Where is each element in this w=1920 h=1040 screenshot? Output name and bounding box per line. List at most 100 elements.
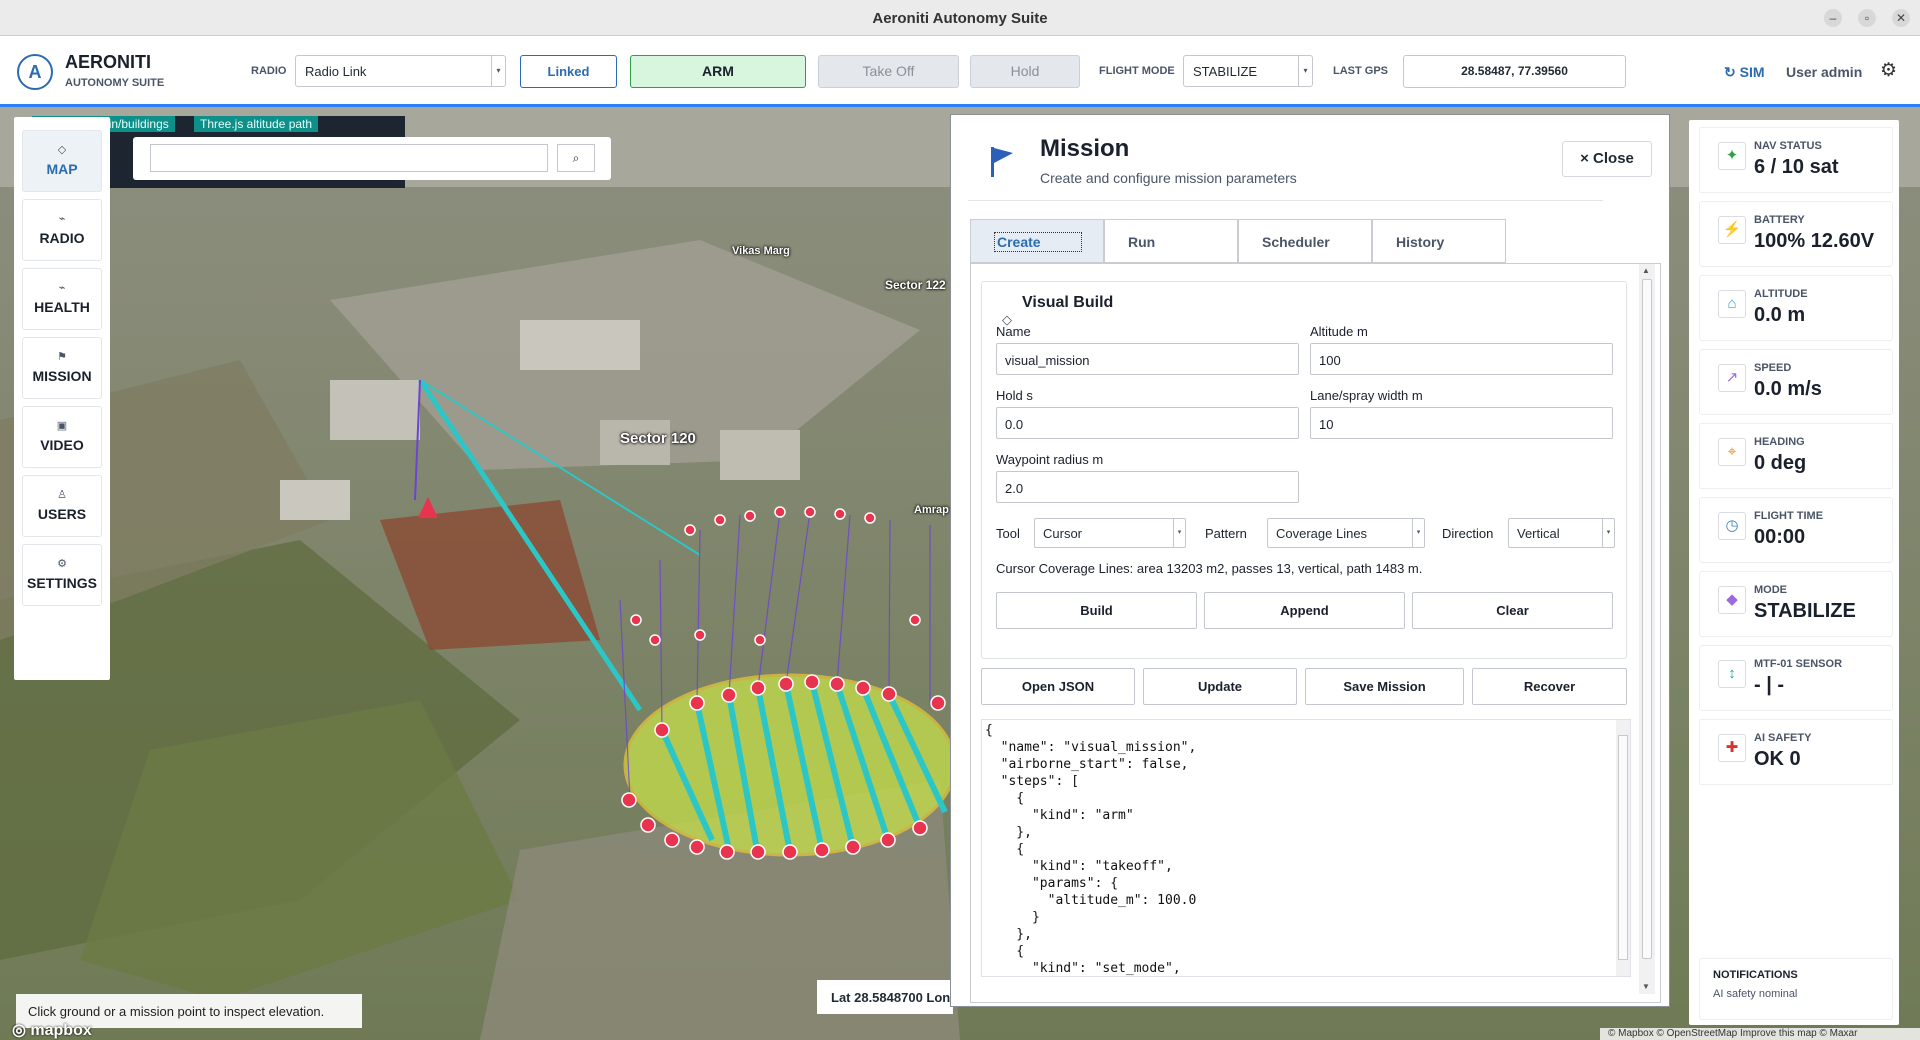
lane-width-field[interactable]: 10: [1310, 407, 1613, 439]
hold-field[interactable]: 0.0: [996, 407, 1299, 439]
name-field[interactable]: visual_mission: [996, 343, 1299, 375]
tab-create[interactable]: Create: [970, 219, 1104, 263]
mission-json-editor[interactable]: { "name": "visual_mission", "airborne_st…: [981, 719, 1631, 977]
sidebar-item-video[interactable]: ▣ VIDEO: [22, 406, 102, 468]
panel-scroll-thumb[interactable]: [1642, 279, 1652, 959]
takeoff-button[interactable]: Take Off: [818, 55, 959, 88]
stat-speed: ↗ SPEED 0.0 m/s: [1699, 349, 1893, 415]
stat-ai-safety: ✚ AI SAFETY OK 0: [1699, 719, 1893, 785]
sidebar-item-label: VIDEO: [40, 437, 84, 453]
mission-json-text[interactable]: { "name": "visual_mission", "airborne_st…: [982, 720, 1630, 976]
close-button[interactable]: × Close: [1562, 141, 1652, 177]
stat-mtf-sensor: ↕ MTF-01 SENSOR - | -: [1699, 645, 1893, 711]
mission-title: Mission: [1040, 135, 1130, 162]
map-icon: ◇: [57, 144, 67, 156]
stat-value: - | -: [1754, 674, 1785, 696]
window-titlebar: Aeroniti Autonomy Suite – ▫ ✕: [0, 0, 1920, 36]
flight-mode-select[interactable]: STABILIZE ▾: [1183, 55, 1313, 87]
stat-label: ALTITUDE: [1754, 288, 1808, 300]
search-input[interactable]: [150, 144, 548, 172]
save-mission-button[interactable]: Save Mission: [1305, 668, 1464, 705]
minimize-button[interactable]: –: [1824, 9, 1842, 27]
stat-value: 0 deg: [1754, 452, 1807, 474]
altitude-field[interactable]: 100: [1310, 343, 1613, 375]
stat-nav-status: ✦ NAV STATUS 6 / 10 sat: [1699, 127, 1893, 193]
altitude-label: Altitude m: [1310, 324, 1368, 339]
gear-icon[interactable]: ⚙: [1880, 60, 1902, 82]
speed-icon: ↗: [1718, 364, 1746, 392]
video-icon: ▣: [56, 420, 68, 432]
safety-icon: ✚: [1718, 734, 1746, 762]
scroll-up-icon[interactable]: ▲: [1642, 266, 1650, 275]
radio-select[interactable]: Radio Link ▾: [295, 55, 506, 87]
stat-altitude: ⌂ ALTITUDE 0.0 m: [1699, 275, 1893, 341]
waypoint-radius-label: Waypoint radius m: [996, 452, 1104, 467]
stat-label: FLIGHT TIME: [1754, 510, 1824, 522]
tab-scheduler[interactable]: Scheduler: [1238, 219, 1372, 263]
json-scroll-thumb[interactable]: [1618, 735, 1628, 960]
hold-button[interactable]: Hold: [970, 55, 1080, 88]
clear-button[interactable]: Clear: [1412, 592, 1613, 629]
notifications-label: NOTIFICATIONS: [1713, 969, 1798, 981]
map-label-amrapali: Amrap: [914, 504, 949, 516]
sidebar-item-settings[interactable]: ⚙ SETTINGS: [22, 544, 102, 606]
map-attribution[interactable]: © Mapbox © OpenStreetMap Improve this ma…: [1600, 1028, 1920, 1040]
mapbox-logo[interactable]: ◎ mapbox: [12, 1020, 92, 1040]
sidebar-item-map[interactable]: ◇ MAP: [22, 130, 102, 192]
mission-panel: Mission Create and configure mission par…: [950, 114, 1670, 1007]
update-button[interactable]: Update: [1143, 668, 1297, 705]
sidebar-item-mission[interactable]: ⚑ MISSION: [22, 337, 102, 399]
maximize-button[interactable]: ▫: [1858, 9, 1876, 27]
window-close-button[interactable]: ✕: [1892, 9, 1910, 27]
sidebar-item-users[interactable]: ♙ USERS: [22, 475, 102, 537]
sidebar-item-label: USERS: [37, 506, 87, 522]
map-label-vikas-marg: Vikas Marg: [732, 245, 790, 257]
direction-select[interactable]: Vertical ▾: [1508, 518, 1615, 548]
json-scrollbar[interactable]: [1616, 720, 1630, 976]
stat-mode: ◆ MODE STABILIZE: [1699, 571, 1893, 637]
scroll-down-icon[interactable]: ▼: [1642, 982, 1650, 991]
build-button[interactable]: Build: [996, 592, 1197, 629]
left-sidebar: ◇ MAP ⌁ RADIO ⌁ HEALTH ⚑ MISSION ▣ VIDEO…: [14, 117, 110, 680]
chevron-down-icon: ▾: [1412, 519, 1424, 547]
tab-history[interactable]: History: [1372, 219, 1506, 263]
altitude-icon: ⌂: [1718, 290, 1746, 318]
status-panel: ✦ NAV STATUS 6 / 10 sat ⚡ BATTERY 100% 1…: [1689, 120, 1899, 1025]
waypoint-radius-field[interactable]: 2.0: [996, 471, 1299, 503]
recover-button[interactable]: Recover: [1472, 668, 1627, 705]
flag-icon: [991, 147, 1013, 177]
stat-label: MTF-01 SENSOR: [1754, 658, 1843, 670]
notifications-card: NOTIFICATIONS AI safety nominal: [1699, 958, 1893, 1020]
arm-button[interactable]: ARM: [630, 55, 806, 88]
sidebar-item-label: SETTINGS: [26, 575, 97, 591]
stat-label: HEADING: [1754, 436, 1805, 448]
brand-title: AERONITI: [65, 52, 152, 72]
tab-label: Scheduler: [1262, 234, 1330, 250]
flight-mode-label: FLIGHT MODE: [1099, 65, 1175, 77]
sensor-icon: ↕: [1718, 660, 1746, 688]
stat-label: MODE: [1754, 584, 1787, 596]
linked-button[interactable]: Linked: [520, 55, 617, 88]
tab-run[interactable]: Run: [1104, 219, 1238, 263]
notifications-value: AI safety nominal: [1713, 988, 1798, 1000]
visual-build-title: Visual Build: [1022, 294, 1114, 311]
sidebar-item-label: RADIO: [39, 230, 85, 246]
window-title: Aeroniti Autonomy Suite: [872, 10, 1048, 27]
pattern-select[interactable]: Coverage Lines ▾: [1267, 518, 1425, 548]
panel-scrollbar[interactable]: ▲ ▼: [1639, 264, 1655, 994]
pattern-label: Pattern: [1205, 526, 1247, 541]
search-icon[interactable]: ⌕: [557, 144, 595, 172]
append-button[interactable]: Append: [1204, 592, 1405, 629]
sidebar-item-radio[interactable]: ⌁ RADIO: [22, 199, 102, 261]
sim-button[interactable]: ↻ SIM: [1724, 64, 1765, 81]
sidebar-item-label: MAP: [46, 161, 78, 177]
tag-altitude-path[interactable]: Three.js altitude path: [194, 116, 319, 132]
brand-subtitle: AUTONOMY SUITE: [65, 77, 165, 89]
open-json-button[interactable]: Open JSON: [981, 668, 1135, 705]
sidebar-item-health[interactable]: ⌁ HEALTH: [22, 268, 102, 330]
stat-value: 100% 12.60V: [1754, 230, 1875, 252]
stat-battery: ⚡ BATTERY 100% 12.60V: [1699, 201, 1893, 267]
flight-mode-value: STABILIZE: [1193, 64, 1258, 79]
user-menu[interactable]: User admin: [1786, 64, 1862, 80]
tool-select[interactable]: Cursor ▾: [1034, 518, 1186, 548]
